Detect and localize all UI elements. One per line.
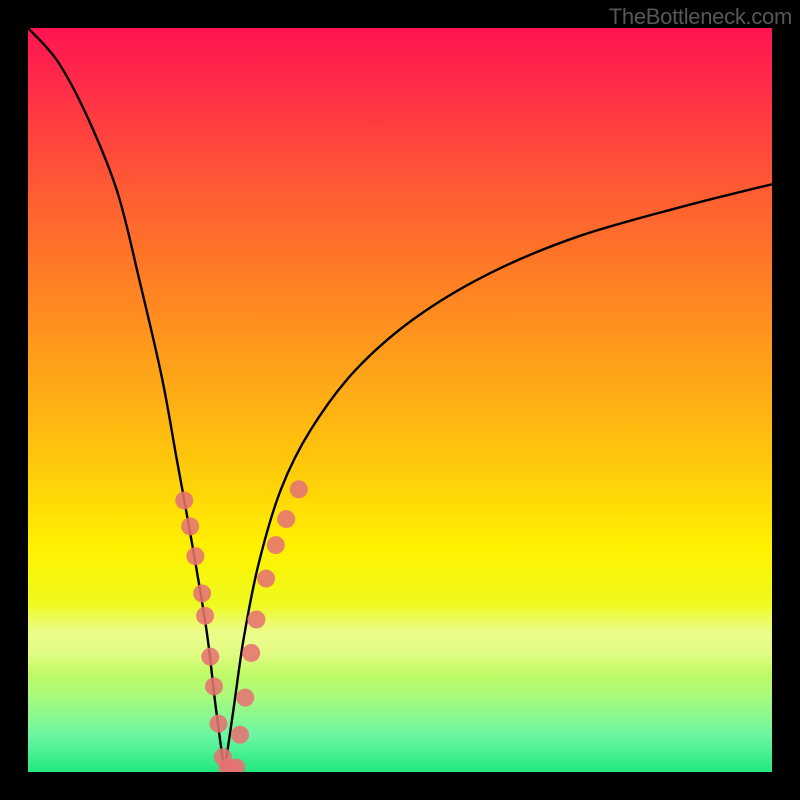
data-marker [181,517,199,535]
data-marker [175,491,193,509]
marker-group [175,480,308,772]
data-marker [290,480,308,498]
right-curve [224,184,772,772]
data-marker [236,689,254,707]
data-marker [247,610,265,628]
data-marker [196,607,214,625]
curve-layer [28,28,772,772]
plot-area [28,28,772,772]
data-marker [201,648,219,666]
left-curve [28,28,224,772]
watermark-text: TheBottleneck.com [609,4,792,30]
data-marker [277,510,295,528]
data-marker [242,644,260,662]
data-marker [257,570,275,588]
data-marker [231,726,249,744]
data-marker [186,547,204,565]
data-marker [267,536,285,554]
data-marker [209,715,227,733]
data-marker [193,584,211,602]
chart-canvas: TheBottleneck.com [0,0,800,800]
data-marker [205,677,223,695]
